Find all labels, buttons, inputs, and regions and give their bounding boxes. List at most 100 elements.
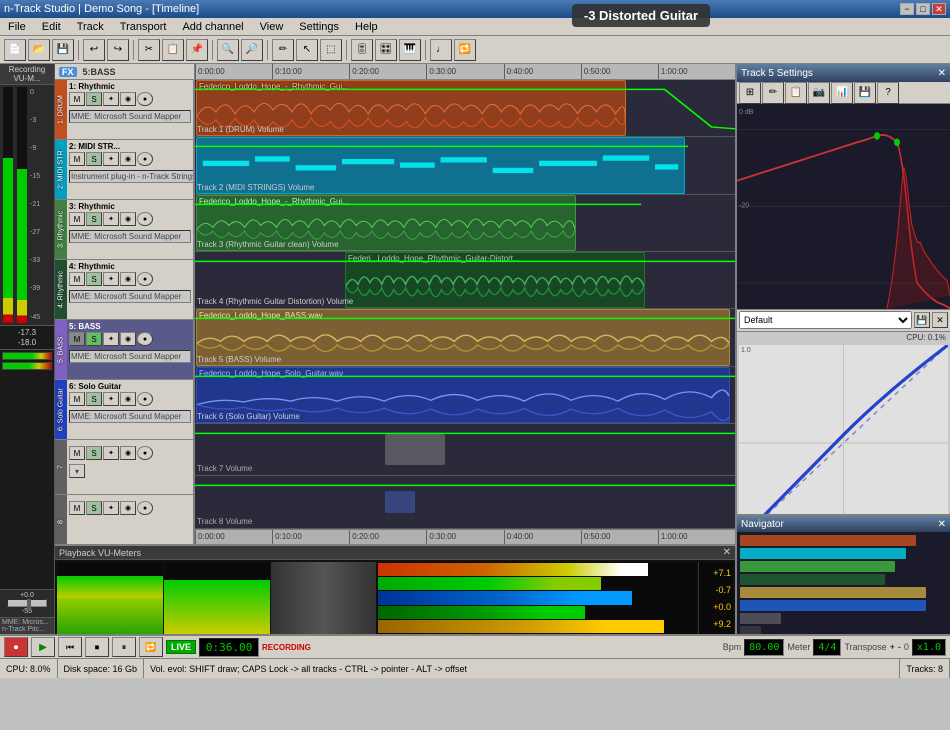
track-7-waveform[interactable]: Track 7 Volume: [195, 424, 735, 477]
track-1-solo[interactable]: S: [86, 92, 102, 106]
tb-copy[interactable]: 📋: [162, 39, 184, 61]
play-button[interactable]: ▶: [31, 637, 55, 657]
tb-erase[interactable]: ⬚: [320, 39, 342, 61]
track-4-solo[interactable]: S: [86, 272, 102, 286]
track-2-mute[interactable]: M: [69, 152, 85, 166]
track-3-in[interactable]: ◉: [120, 212, 136, 226]
tb-undo[interactable]: ↩: [83, 39, 105, 61]
track-7-arm[interactable]: ●: [137, 446, 153, 460]
track-5-solo[interactable]: S: [86, 332, 102, 346]
tb-mixer[interactable]: 🎚: [351, 39, 373, 61]
track-6-arm[interactable]: ●: [137, 392, 153, 406]
track-2-solo[interactable]: S: [86, 152, 102, 166]
live-badge[interactable]: LIVE: [166, 640, 196, 654]
panel-close-icon[interactable]: ✕: [938, 68, 946, 79]
comp-x[interactable]: ✕: [932, 312, 948, 328]
track-7-fx[interactable]: ✦: [103, 446, 119, 460]
menu-edit[interactable]: Edit: [38, 21, 65, 33]
menu-settings[interactable]: Settings: [295, 21, 343, 33]
tb-paste[interactable]: 📌: [186, 39, 208, 61]
menu-track[interactable]: Track: [73, 21, 108, 33]
eq-display[interactable]: 0 dB -20: [737, 104, 950, 309]
fx-badge[interactable]: FX: [59, 67, 77, 77]
loop-button[interactable]: 🔁: [139, 637, 163, 657]
track-8-in[interactable]: ◉: [120, 501, 136, 515]
menu-view[interactable]: View: [256, 21, 288, 33]
panel-btn-pencil[interactable]: ✏: [762, 82, 784, 104]
track-6-mute[interactable]: M: [69, 392, 85, 406]
menu-help[interactable]: Help: [351, 21, 382, 33]
track-5-arm[interactable]: ●: [137, 332, 153, 346]
preset-select[interactable]: Default: [739, 311, 912, 329]
track-8-arm[interactable]: ●: [137, 501, 153, 515]
stop-button[interactable]: ⏹: [85, 637, 109, 657]
tb-pointer[interactable]: ↖: [296, 39, 318, 61]
menu-add-channel[interactable]: Add channel: [178, 21, 247, 33]
track-4-arm[interactable]: ●: [137, 272, 153, 286]
track-1-fx[interactable]: ✦: [103, 92, 119, 106]
tb-fx[interactable]: 🎛: [375, 39, 397, 61]
close-button[interactable]: ✕: [932, 3, 946, 15]
track-8-solo[interactable]: S: [86, 501, 102, 515]
tb-piano[interactable]: 🎹: [399, 39, 421, 61]
track-4-waveform[interactable]: Federi...Loddo_Hope_Rhythmic_Guitar-Dist…: [195, 252, 735, 309]
track-6-solo[interactable]: S: [86, 392, 102, 406]
bpm-value[interactable]: 80.00: [744, 639, 784, 656]
track-6-in[interactable]: ◉: [120, 392, 136, 406]
menu-transport[interactable]: Transport: [116, 21, 171, 33]
track-5-fx[interactable]: ✦: [103, 332, 119, 346]
track-4-mute[interactable]: M: [69, 272, 85, 286]
tb-cut[interactable]: ✂: [138, 39, 160, 61]
panel-btn-help[interactable]: ?: [877, 82, 899, 104]
track-6-fx[interactable]: ✦: [103, 392, 119, 406]
track-1-waveform[interactable]: Federico_Loddo_Hope_-_Rhythmic_Gui... Tr…: [195, 80, 735, 137]
track-3-waveform[interactable]: Federico_Loddo_Hope_-_Rhythmic_Gui... Tr…: [195, 195, 735, 252]
track-2-fx[interactable]: ✦: [103, 152, 119, 166]
track-2-waveform[interactable]: Track 2 (MIDI STRINGS) Volume: [195, 137, 735, 194]
track-7-mute[interactable]: M: [69, 446, 85, 460]
menu-file[interactable]: File: [4, 21, 30, 33]
tb-zoom-in[interactable]: 🔍: [217, 39, 239, 61]
track-7-dropdown[interactable]: ▾: [69, 464, 85, 478]
track-7-in[interactable]: ◉: [120, 446, 136, 460]
transpose-up-btn[interactable]: +: [890, 642, 895, 652]
tb-loop[interactable]: 🔁: [454, 39, 476, 61]
tb-open[interactable]: 📂: [28, 39, 50, 61]
nav-close[interactable]: ✕: [938, 519, 946, 530]
track-3-arm[interactable]: ●: [137, 212, 153, 226]
track-5-waveform[interactable]: Federico_Loddo_Hope_BASS.wav Track 5 (BA…: [195, 309, 735, 366]
track-4-in[interactable]: ◉: [120, 272, 136, 286]
track-5-mute[interactable]: M: [69, 332, 85, 346]
track-1-mute[interactable]: M: [69, 92, 85, 106]
track-1-arm[interactable]: ●: [137, 92, 153, 106]
track-2-arm[interactable]: ●: [137, 152, 153, 166]
track-3-fx[interactable]: ✦: [103, 212, 119, 226]
panel-btn-save[interactable]: 💾: [854, 82, 876, 104]
rewind-button[interactable]: ⏮: [58, 637, 82, 657]
meter-value[interactable]: 4/4: [813, 639, 841, 656]
track-6-waveform[interactable]: Federico_Loddo_Hope_Solo_Guitar.wav Trac…: [195, 367, 735, 424]
tb-metronome[interactable]: ♩: [430, 39, 452, 61]
comp-save[interactable]: 💾: [914, 312, 930, 328]
track-4-fx[interactable]: ✦: [103, 272, 119, 286]
pb-vu-close[interactable]: ✕: [723, 547, 731, 558]
maximize-button[interactable]: □: [916, 3, 930, 15]
speed-value[interactable]: x1.0: [912, 639, 946, 656]
track-3-solo[interactable]: S: [86, 212, 102, 226]
track-2-in[interactable]: ◉: [120, 152, 136, 166]
transpose-down-btn[interactable]: -: [898, 642, 901, 652]
tb-new[interactable]: 📄: [4, 39, 26, 61]
track-8-fx[interactable]: ✦: [103, 501, 119, 515]
panel-btn-clipboard[interactable]: 📋: [785, 82, 807, 104]
track-7-solo[interactable]: S: [86, 446, 102, 460]
tb-zoom-out[interactable]: 🔎: [241, 39, 263, 61]
tb-redo[interactable]: ↪: [107, 39, 129, 61]
minimize-button[interactable]: −: [900, 3, 914, 15]
pause-button[interactable]: ⏸: [112, 637, 136, 657]
panel-btn-chart[interactable]: 📊: [831, 82, 853, 104]
track-5-in[interactable]: ◉: [120, 332, 136, 346]
tb-draw[interactable]: ✏: [272, 39, 294, 61]
panel-btn-camera[interactable]: 📷: [808, 82, 830, 104]
track-1-in[interactable]: ◉: [120, 92, 136, 106]
track-3-mute[interactable]: M: [69, 212, 85, 226]
